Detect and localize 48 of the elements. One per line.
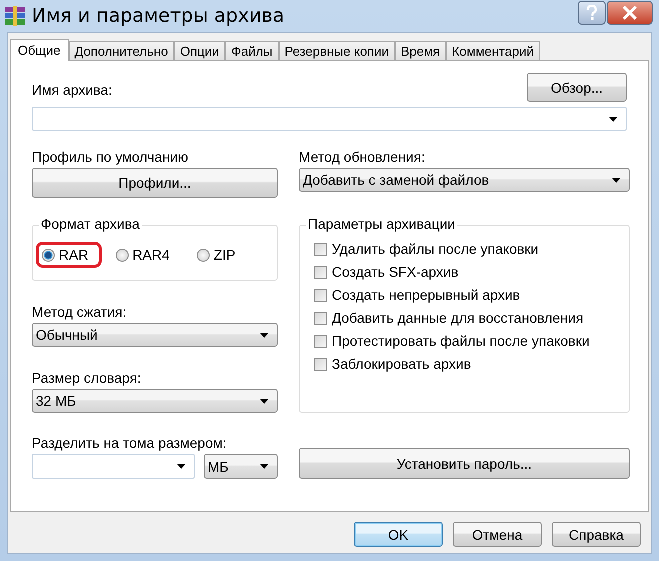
field-label: Метод обновления: [299, 149, 426, 165]
set-password-button[interactable]: Установить пароль... [299, 448, 630, 479]
field-label: Разделить на тома размером: [32, 435, 228, 451]
archive-name-field[interactable] [32, 107, 627, 131]
tab[interactable]: Время [394, 41, 446, 60]
checkbox-option[interactable]: Удалить файлы после упаковки [314, 241, 619, 257]
group-title: Формат архива [39, 216, 142, 232]
field-label: Имя архива: [32, 82, 112, 98]
question-mark-icon [586, 5, 598, 21]
close-button[interactable] [607, 1, 653, 25]
tab[interactable]: Комментарий [446, 41, 540, 60]
group-title: Параметры архивации [306, 216, 458, 232]
dialog-button[interactable]: Справка [552, 522, 641, 547]
dialog-button[interactable]: OK [354, 522, 443, 547]
radio-option[interactable]: ZIP [196, 247, 236, 263]
dropdown-arrow-icon [612, 178, 621, 182]
volume-unit-dropdown[interactable]: МБ [204, 454, 278, 479]
radio-option[interactable]: RAR [42, 247, 89, 263]
dictionary-size-dropdown[interactable]: 32 МБ [32, 389, 278, 413]
volume-size-field[interactable] [32, 454, 195, 479]
checkbox-option[interactable]: Создать SFX-архив [314, 264, 619, 280]
checkbox-option[interactable]: Добавить данные для восстановления [314, 310, 619, 326]
tab[interactable]: Файлы [225, 41, 279, 60]
help-button[interactable] [578, 1, 606, 25]
checkbox-option[interactable]: Протестировать файлы после упаковки [314, 333, 619, 349]
dropdown-arrow-icon [609, 116, 618, 122]
dropdown-arrow-icon [177, 464, 186, 469]
checkbox-option[interactable]: Заблокировать архив [314, 356, 619, 372]
profiles-button[interactable]: Профили... [32, 168, 278, 198]
tab[interactable]: Общие [10, 39, 69, 61]
tab[interactable]: Резервные копии [278, 41, 395, 60]
dropdown-arrow-icon [260, 332, 269, 338]
radio-option[interactable]: RAR4 [116, 247, 170, 263]
dropdown-arrow-icon [260, 398, 269, 404]
checkbox-option[interactable]: Создать непрерывный архив [314, 287, 619, 303]
field-label: Профиль по умолчанию [32, 149, 190, 165]
field-label: Метод сжатия: [32, 304, 128, 320]
tab[interactable]: Дополнительно [68, 41, 174, 60]
window-title: Имя и параметры архива [32, 5, 285, 27]
dropdown-arrow-icon [260, 464, 269, 469]
close-icon [622, 6, 638, 20]
update-method-dropdown[interactable]: Добавить с заменой файлов [299, 168, 630, 192]
browse-button[interactable]: Обзор... [527, 73, 627, 102]
tab[interactable]: Опции [174, 41, 226, 60]
compression-method-dropdown[interactable]: Обычный [32, 323, 278, 347]
app-icon [4, 5, 26, 27]
field-label: Размер словаря: [32, 370, 142, 386]
dialog-button[interactable]: Отмена [453, 522, 542, 547]
